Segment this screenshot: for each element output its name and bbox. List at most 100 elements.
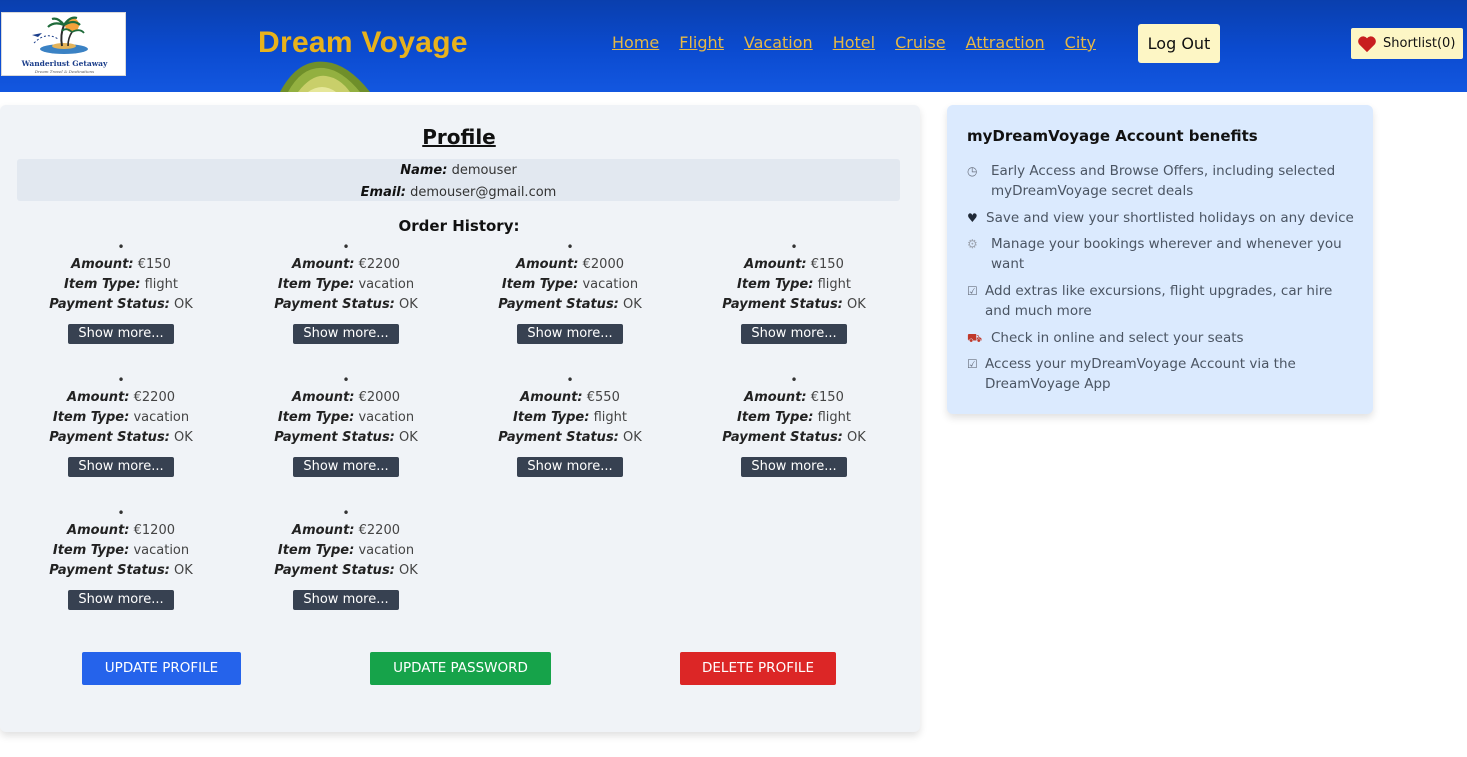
item-type-label: Item Type: — [737, 410, 814, 425]
show-more-button[interactable]: Show more... — [68, 324, 174, 344]
nav-vacation[interactable]: Vacation — [744, 33, 813, 53]
nav-flight[interactable]: Flight — [679, 33, 724, 53]
payment-status-value: OK — [174, 430, 193, 445]
benefit-item: ⚙ Manage your bookings wherever and when… — [967, 234, 1357, 274]
order-item: • Amount: €2000 Item Type: vacation Payment… — [246, 374, 446, 477]
delete-profile-button[interactable]: DELETE PROFILE — [680, 652, 836, 685]
benefit-text: Check in online and select your seats — [991, 330, 1244, 346]
amount-value: €2200 — [133, 390, 175, 405]
amount-label: Amount: — [744, 390, 807, 405]
order-item: • Amount: €2200 Item Type: vacation Payment… — [246, 507, 446, 610]
order-bullet: • — [117, 373, 125, 387]
payment-status-value: OK — [399, 563, 418, 578]
order-bullet: • — [566, 373, 574, 387]
item-type-value: vacation — [582, 277, 639, 292]
checkbox-icon: ☑ — [967, 284, 978, 298]
shortlist-label: Shortlist(0) — [1383, 36, 1456, 51]
order-bullet: • — [117, 240, 125, 254]
show-more-button[interactable]: Show more... — [68, 457, 174, 477]
name-row: Name: demouser — [17, 160, 900, 182]
payment-status-label: Payment Status: — [274, 430, 395, 445]
show-more-button[interactable]: Show more... — [293, 457, 399, 477]
order-item: • Amount: €150 Item Type: flight Payment St… — [694, 374, 894, 477]
show-more-button[interactable]: Show more... — [293, 590, 399, 610]
order-amount: Amount: €150 — [694, 388, 894, 408]
benefit-text: Access your myDreamVoyage Account via th… — [985, 356, 1296, 392]
nav-hotel[interactable]: Hotel — [833, 33, 875, 53]
benefit-item: ⛟ Check in online and select your seats — [967, 328, 1357, 348]
logo-title: Wanderlust Getaway — [21, 59, 108, 68]
item-type-label: Item Type: — [64, 277, 141, 292]
order-bullet: • — [566, 240, 574, 254]
benefit-text: Manage your bookings wherever and whenev… — [991, 236, 1342, 272]
order-payment-status: Payment Status: OK — [470, 295, 670, 315]
order-item: • Amount: €2200 Item Type: vacation Payment… — [21, 374, 221, 477]
show-more-button[interactable]: Show more... — [517, 457, 623, 477]
item-type-value: vacation — [133, 543, 190, 558]
benefits-card: myDreamVoyage Account benefits ◷ Early A… — [947, 105, 1373, 414]
palm-island-icon — [32, 16, 88, 54]
payment-status-label: Payment Status: — [498, 430, 619, 445]
item-type-value: flight — [144, 277, 178, 292]
item-type-value: vacation — [358, 277, 415, 292]
order-payment-status: Payment Status: OK — [246, 561, 446, 581]
amount-label: Amount: — [292, 523, 355, 538]
amount-label: Amount: — [71, 257, 134, 272]
order-payment-status: Payment Status: OK — [246, 295, 446, 315]
nav-attraction[interactable]: Attraction — [966, 33, 1045, 53]
show-more-button[interactable]: Show more... — [741, 457, 847, 477]
amount-value: €2000 — [358, 390, 400, 405]
profile-card: Profile Name: demouser Email: demouser@g… — [0, 105, 920, 732]
item-type-value: vacation — [358, 410, 415, 425]
update-profile-button[interactable]: UPDATE PROFILE — [82, 652, 241, 685]
show-more-button[interactable]: Show more... — [741, 324, 847, 344]
nav-cruise[interactable]: Cruise — [895, 33, 946, 53]
item-type-label: Item Type: — [737, 277, 814, 292]
show-more-button[interactable]: Show more... — [68, 590, 174, 610]
item-type-label: Item Type: — [277, 277, 355, 292]
nav-city[interactable]: City — [1065, 33, 1096, 53]
order-amount: Amount: €2000 — [246, 388, 446, 408]
payment-status-label: Payment Status: — [498, 297, 619, 312]
item-type-value: flight — [817, 410, 851, 425]
order-amount: Amount: €2000 — [470, 255, 670, 275]
show-more-button[interactable]: Show more... — [517, 324, 623, 344]
amount-value: €550 — [586, 390, 620, 405]
brand-title[interactable]: Dream Voyage — [258, 26, 468, 60]
benefits-title: myDreamVoyage Account benefits — [967, 127, 1258, 145]
amount-label: Amount: — [292, 390, 355, 405]
order-item-type: Item Type: vacation — [21, 541, 221, 561]
payment-status-value: OK — [623, 430, 642, 445]
site-logo[interactable]: Wanderlust Getaway Dream Travel & Destin… — [1, 12, 126, 76]
amount-value: €150 — [810, 390, 844, 405]
gear-icon: ⚙ — [967, 237, 978, 251]
order-payment-status: Payment Status: OK — [694, 428, 894, 448]
update-password-button[interactable]: UPDATE PASSWORD — [370, 652, 551, 685]
order-payment-status: Payment Status: OK — [21, 561, 221, 581]
payment-status-label: Payment Status: — [49, 297, 170, 312]
item-type-value: flight — [593, 410, 627, 425]
amount-label: Amount: — [292, 257, 355, 272]
order-item: • Amount: €1200 Item Type: vacation Payment… — [21, 507, 221, 610]
order-payment-status: Payment Status: OK — [21, 295, 221, 315]
item-type-label: Item Type: — [52, 543, 130, 558]
email-row: Email: demouser@gmail.com — [17, 182, 900, 204]
order-payment-status: Payment Status: OK — [470, 428, 670, 448]
logout-button[interactable]: Log Out — [1138, 24, 1220, 63]
nav-home[interactable]: Home — [612, 33, 659, 53]
show-more-button[interactable]: Show more... — [293, 324, 399, 344]
name-value: demouser — [451, 163, 517, 178]
amount-value: €2200 — [358, 257, 400, 272]
order-payment-status: Payment Status: OK — [21, 428, 221, 448]
order-history-title: Order History: — [398, 217, 520, 235]
order-item-type: Item Type: vacation — [21, 408, 221, 428]
order-payment-status: Payment Status: OK — [246, 428, 446, 448]
order-item-type: Item Type: vacation — [246, 408, 446, 428]
benefit-text: Save and view your shortlisted holidays … — [986, 210, 1354, 226]
benefit-item: ♥ Save and view your shortlisted holiday… — [967, 208, 1357, 228]
payment-status-value: OK — [847, 297, 866, 312]
order-amount: Amount: €2200 — [21, 388, 221, 408]
item-type-value: vacation — [133, 410, 190, 425]
amount-value: €150 — [810, 257, 844, 272]
shortlist-button[interactable]: Shortlist(0) — [1351, 28, 1463, 59]
